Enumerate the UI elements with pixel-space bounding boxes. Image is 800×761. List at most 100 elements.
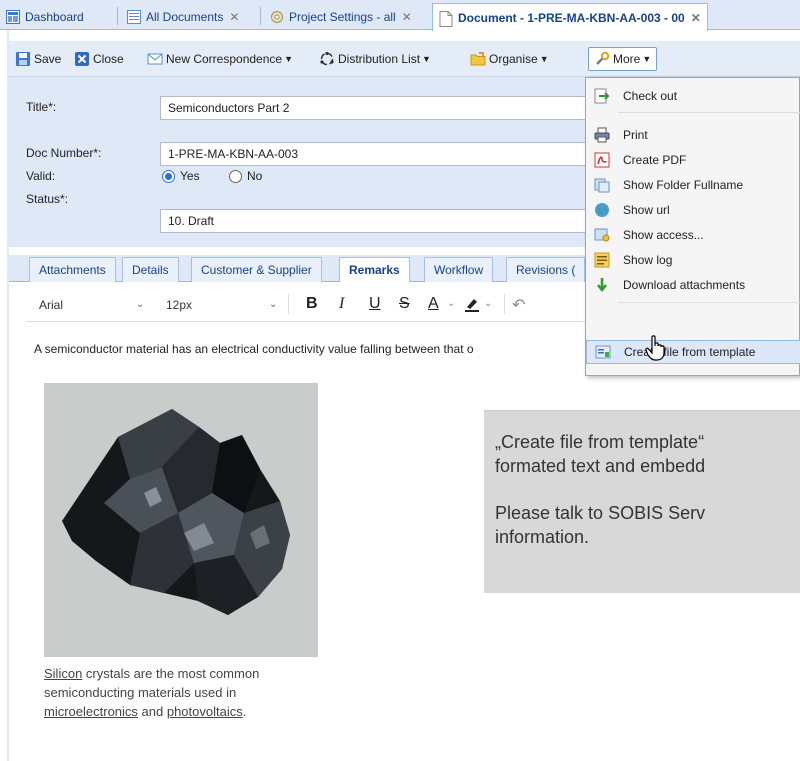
close-icon[interactable]: ✕ [691,11,701,25]
close-icon[interactable]: ✕ [229,10,239,24]
menu-item-label: Check out [623,89,678,103]
menu-item-label: Show Folder Fullname [623,178,744,192]
organise-button[interactable]: Organise ▼ [470,48,549,70]
menu-item-label: Show access... [623,228,704,242]
menu-item-check-out[interactable]: Check out [586,84,800,108]
doc-number-label: Doc Number*: [26,146,102,160]
microelectronics-link[interactable]: microelectronics [44,704,138,719]
close-label: Close [93,52,124,66]
valid-label: Valid: [26,169,56,183]
chevron-down-icon: ⌄ [136,299,145,310]
save-button[interactable]: Save [15,48,61,70]
tab-details[interactable]: Details [122,257,179,282]
save-label: Save [34,52,62,66]
strikethrough-button[interactable]: S [399,295,410,313]
chevron-down-icon: ▼ [422,54,431,64]
silicon-link[interactable]: Silicon [44,666,82,681]
log-icon [594,252,610,268]
close-button[interactable]: Close [74,48,124,70]
checkout-icon [594,88,610,104]
menu-item-download-attachments[interactable]: Download attachments [586,273,800,297]
new-correspondence-label: New Correspondence [166,52,283,66]
wrench-icon [594,51,610,67]
toolbar-divider [288,294,289,314]
callout-line: information. [495,527,590,547]
menu-item-label: Show url [623,203,670,217]
menu-item-show-folder-fullname[interactable]: Show Folder Fullname [586,173,800,197]
font-size-select[interactable]: 12px ⌄ [166,298,281,312]
title-label: Title*: [26,100,57,114]
tab-all-documents[interactable]: All Documents ✕ [121,4,245,30]
silicon-crystal-image [44,383,318,657]
tab-revisions[interactable]: Revisions ( [506,257,586,282]
tab-workflow[interactable]: Workflow [424,257,494,282]
menu-item-create-file-from-template[interactable]: Create file from template [586,340,800,364]
tab-label: Project Settings - all [289,10,396,24]
close-icon[interactable]: ✕ [402,10,412,24]
chevron-down-icon[interactable]: ⌄ [447,298,455,309]
chevron-down-icon: ⌄ [269,299,278,310]
editor-paragraph[interactable]: A semiconductor material has an electric… [34,342,474,356]
italic-button[interactable]: I [339,295,344,313]
folder-icon [470,51,486,67]
close-icon [74,51,90,67]
more-label: More [613,52,641,66]
menu-item-show-url[interactable]: Show url [586,198,800,222]
settings-icon [270,10,284,24]
photovoltaics-link[interactable]: photovoltaics [167,704,243,719]
text-color-button[interactable]: A [428,295,439,313]
distribution-list-button[interactable]: Distribution List ▼ [319,48,431,70]
status-field[interactable]: 10. Draft [160,209,600,233]
document-toolbar: Save Close New Correspondence ▼ Distribu… [9,41,800,77]
template-icon [595,344,611,360]
tab-document[interactable]: Document - 1-PRE-MA-KBN-AA-003 - 00 ✕ [432,3,708,31]
menu-item-label: Show log [623,253,673,267]
doc-number-field[interactable]: 1-PRE-MA-KBN-AA-003 [160,142,600,166]
tab-customer-supplier[interactable]: Customer & Supplier [191,257,322,282]
undo-icon[interactable]: ↶ [512,295,525,315]
radio-selected-icon [162,169,175,183]
menu-item-label: Download attachments [623,278,746,292]
font-select[interactable]: Arial ⌄ [39,298,149,312]
tab-attachments[interactable]: Attachments [29,257,116,282]
menu-item-label: Create PDF [623,153,687,167]
info-callout: „Create file from template“ formated tex… [484,410,800,593]
highlight-button[interactable] [463,295,481,318]
valid-no-radio[interactable]: No [229,169,262,183]
access-icon [594,227,610,243]
new-correspondence-button[interactable]: New Correspondence ▼ [147,48,293,70]
menu-item-create-pdf[interactable]: Create PDF [586,148,800,172]
tab-remarks[interactable]: Remarks [339,257,410,282]
pdf-icon [594,152,610,168]
menu-item-print[interactable]: Print [586,123,800,147]
menu-item-show-log[interactable]: Show log [586,248,800,272]
callout-line: Please talk to SOBIS Serv [495,503,706,523]
more-button[interactable]: More ▼ [588,47,658,71]
callout-line: formated text and embedd [495,456,706,476]
folder-icon [594,177,610,193]
tab-label: All Documents [146,10,224,24]
title-field[interactable]: Semiconductors Part 2 [160,96,600,120]
chevron-down-icon: ▼ [539,54,549,64]
valid-yes-radio[interactable]: Yes [162,169,200,183]
save-icon [15,51,31,67]
chevron-down-icon: ▼ [642,54,652,64]
caption-text: and [137,704,167,719]
underline-button[interactable]: U [369,295,381,313]
tab-project-settings[interactable]: Project Settings - all ✕ [264,4,418,30]
more-menu: Check out Print Create PDF Show Folder F… [585,77,800,376]
globe-icon [594,202,610,218]
image-caption: Silicon crystals are the most common sem… [44,664,304,721]
organise-label: Organise [489,52,538,66]
tab-dashboard[interactable]: Dashboard [0,4,90,30]
dashboard-icon [6,10,20,24]
tab-label: Dashboard [25,10,84,24]
hand-cursor-icon [645,335,667,361]
bold-button[interactable]: B [306,295,318,313]
menu-item-label: Print [623,128,648,142]
menu-item-show-access[interactable]: Show access... [586,223,800,247]
menu-separator [618,302,800,303]
valid-no-label: No [247,169,263,183]
chevron-down-icon[interactable]: ⌄ [484,298,492,309]
distribution-list-label: Distribution List [338,52,421,66]
